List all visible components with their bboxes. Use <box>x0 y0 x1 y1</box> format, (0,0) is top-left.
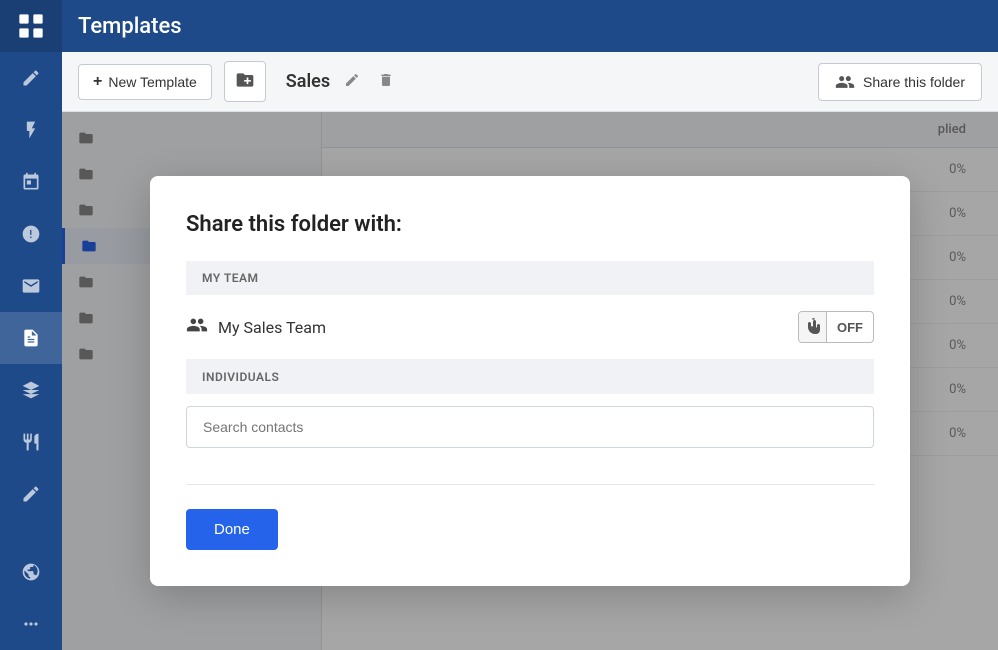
share-folder-modal: Share this folder with: MY TEAM My Sales… <box>150 176 910 586</box>
calendar-icon <box>21 172 41 192</box>
plus-icon: + <box>93 73 102 91</box>
app-logo <box>0 0 62 52</box>
cursor-indicator <box>799 312 827 342</box>
content-area: plied 0% 0% 0% 0% 0% 0% 0% Share this fo… <box>62 112 998 650</box>
current-folder-name: Sales <box>286 71 330 92</box>
sidebar <box>0 0 62 650</box>
main-content: Templates + New Template Sales <box>62 0 998 650</box>
team-name: My Sales Team <box>218 318 798 337</box>
toggle-off-label: OFF <box>827 320 873 335</box>
pen-icon <box>21 484 41 504</box>
edit-icon <box>21 68 41 88</box>
team-row: My Sales Team OFF <box>186 295 874 360</box>
clock-icon <box>21 224 41 244</box>
share-folder-button[interactable]: Share this folder <box>818 63 982 101</box>
folder-add-icon <box>235 70 255 90</box>
more-icon <box>21 614 41 634</box>
modal-overlay[interactable]: Share this folder with: MY TEAM My Sales… <box>62 112 998 650</box>
team-icon <box>186 314 208 341</box>
chart-icon <box>21 432 41 452</box>
globe-icon <box>21 562 41 582</box>
cursor-hand-icon <box>806 318 820 336</box>
sidebar-item-edit[interactable] <box>0 52 62 104</box>
sidebar-item-chart[interactable] <box>0 416 62 468</box>
individuals-section-label: INDIVIDUALS <box>186 360 874 394</box>
trash-icon <box>378 72 394 88</box>
rename-folder-button[interactable] <box>340 68 364 95</box>
sidebar-item-layers[interactable] <box>0 364 62 416</box>
lightning-icon <box>21 120 41 140</box>
mail-icon <box>21 276 41 296</box>
sidebar-item-document[interactable] <box>0 312 62 364</box>
top-bar: Templates <box>62 0 998 52</box>
toolbar: + New Template Sales Share this folder <box>62 52 998 112</box>
sidebar-item-more[interactable] <box>0 598 62 650</box>
sidebar-item-clock[interactable] <box>0 208 62 260</box>
logo-icon <box>17 12 45 40</box>
team-toggle-button[interactable]: OFF <box>798 311 874 343</box>
search-contacts-input[interactable] <box>186 406 874 448</box>
folder-name-area: Sales <box>286 68 806 95</box>
sidebar-item-pen[interactable] <box>0 468 62 520</box>
app-container: Templates + New Template Sales <box>0 0 998 650</box>
sidebar-item-lightning[interactable] <box>0 104 62 156</box>
new-template-button[interactable]: + New Template <box>78 64 212 100</box>
sidebar-item-mail[interactable] <box>0 260 62 312</box>
edit-folder-icon <box>344 72 360 88</box>
individuals-section: INDIVIDUALS <box>186 360 874 460</box>
modal-title: Share this folder with: <box>186 212 874 237</box>
sidebar-item-calendar[interactable] <box>0 156 62 208</box>
share-icon <box>835 72 855 92</box>
folder-add-button[interactable] <box>224 61 266 102</box>
delete-folder-button[interactable] <box>374 68 398 95</box>
document-icon <box>21 328 41 348</box>
group-icon <box>186 314 208 336</box>
modal-divider <box>186 484 874 485</box>
sidebar-item-globe[interactable] <box>0 546 62 598</box>
my-team-section-label: MY TEAM <box>186 261 874 295</box>
page-title: Templates <box>78 14 182 39</box>
done-button[interactable]: Done <box>186 509 278 550</box>
layers-icon <box>21 380 41 400</box>
